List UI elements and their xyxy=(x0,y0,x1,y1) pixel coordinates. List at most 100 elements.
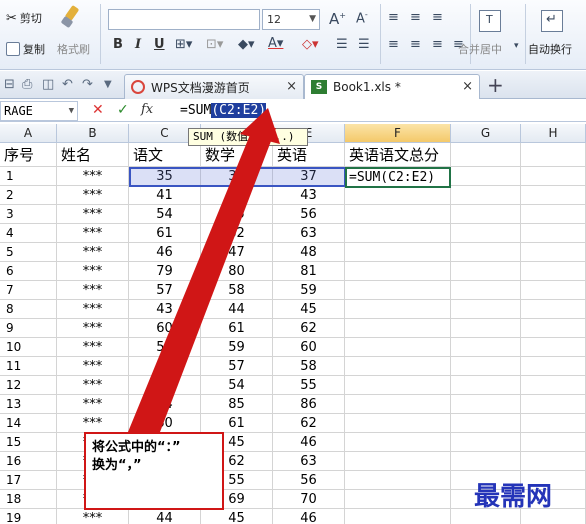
fill-color-icon[interactable]: ◆▾ xyxy=(238,37,255,52)
row-number-cell[interactable]: 7 xyxy=(0,281,57,300)
confirm-icon[interactable]: ✓ xyxy=(117,102,129,118)
align-center-icon[interactable]: ≡ xyxy=(410,37,421,52)
data-cell[interactable] xyxy=(521,319,586,338)
format-painter-button[interactable]: 格式刷 xyxy=(57,41,90,57)
row-number-cell[interactable]: 16 xyxy=(0,452,57,471)
row-number-cell[interactable]: 5 xyxy=(0,243,57,262)
data-cell[interactable]: 86 xyxy=(273,395,345,414)
data-cell[interactable] xyxy=(521,186,586,205)
data-cell[interactable]: 56 xyxy=(129,357,201,376)
insert-function-button[interactable]: fx xyxy=(141,102,153,117)
data-cell[interactable] xyxy=(451,433,521,452)
data-cell[interactable] xyxy=(451,281,521,300)
data-cell[interactable]: 63 xyxy=(273,452,345,471)
data-cell[interactable] xyxy=(345,414,451,433)
data-cell[interactable]: 57 xyxy=(129,281,201,300)
header-cell[interactable] xyxy=(521,143,586,167)
data-cell[interactable]: 48 xyxy=(273,243,345,262)
data-cell[interactable]: 84 xyxy=(129,395,201,414)
data-cell[interactable] xyxy=(451,262,521,281)
align-middle-icon[interactable]: ≡ xyxy=(410,10,421,25)
chevron-down-icon[interactable]: ▾ xyxy=(514,41,519,51)
data-cell[interactable]: *** xyxy=(57,281,129,300)
data-cell[interactable]: *** xyxy=(57,395,129,414)
data-cell[interactable] xyxy=(451,338,521,357)
data-cell[interactable]: *** xyxy=(57,414,129,433)
italic-button[interactable]: I xyxy=(135,37,141,52)
data-cell[interactable]: 79 xyxy=(129,262,201,281)
row-number-cell[interactable]: 12 xyxy=(0,376,57,395)
cancel-icon[interactable]: ✕ xyxy=(92,102,104,118)
data-cell[interactable] xyxy=(451,243,521,262)
row-number-cell[interactable]: 9 xyxy=(0,319,57,338)
data-cell[interactable]: 61 xyxy=(201,414,273,433)
data-cell[interactable]: 63 xyxy=(273,224,345,243)
data-cell[interactable]: 60 xyxy=(273,338,345,357)
data-cell[interactable] xyxy=(345,357,451,376)
grid-icon[interactable]: ⊡▾ xyxy=(206,37,223,52)
data-cell[interactable] xyxy=(451,414,521,433)
data-cell[interactable] xyxy=(451,300,521,319)
data-cell[interactable] xyxy=(345,300,451,319)
redo-icon[interactable]: ↷ xyxy=(82,77,93,92)
data-cell[interactable]: 81 xyxy=(273,262,345,281)
data-cell[interactable] xyxy=(345,338,451,357)
data-cell[interactable] xyxy=(451,167,521,186)
data-cell[interactable] xyxy=(345,262,451,281)
data-cell[interactable]: 59 xyxy=(201,338,273,357)
cut-button[interactable]: ✂ 剪切 xyxy=(6,10,42,26)
data-cell[interactable] xyxy=(521,205,586,224)
data-cell[interactable] xyxy=(521,300,586,319)
data-cell[interactable] xyxy=(345,433,451,452)
increase-font-icon[interactable]: A+ xyxy=(329,10,346,28)
print-icon[interactable]: ⎙ xyxy=(22,77,32,92)
data-cell[interactable]: 43 xyxy=(129,300,201,319)
undo-icon[interactable]: ↶ xyxy=(62,77,73,92)
column-header-a[interactable]: A xyxy=(0,124,57,143)
bold-button[interactable]: B xyxy=(113,37,123,52)
data-cell[interactable] xyxy=(451,319,521,338)
data-cell[interactable]: 44 xyxy=(129,509,201,524)
data-cell[interactable] xyxy=(345,186,451,205)
decrease-font-icon[interactable]: A- xyxy=(356,10,368,26)
preview-icon[interactable]: ◫ xyxy=(42,77,54,92)
data-cell[interactable]: *** xyxy=(57,376,129,395)
data-cell[interactable] xyxy=(521,376,586,395)
data-cell[interactable] xyxy=(345,471,451,490)
data-cell[interactable]: 57 xyxy=(201,357,273,376)
font-size-select[interactable]: 12 ▼ xyxy=(262,9,320,30)
data-cell[interactable] xyxy=(451,395,521,414)
data-cell[interactable]: 80 xyxy=(201,262,273,281)
chevron-down-icon[interactable]: ▼ xyxy=(69,102,74,120)
data-cell[interactable] xyxy=(345,205,451,224)
data-cell[interactable]: 60 xyxy=(129,319,201,338)
format-painter-icon[interactable] xyxy=(58,4,84,30)
data-cell[interactable]: 46 xyxy=(273,433,345,452)
data-cell[interactable]: 46 xyxy=(129,243,201,262)
header-cell[interactable]: 姓名 xyxy=(57,143,129,167)
data-cell[interactable]: 55 xyxy=(273,376,345,395)
data-cell[interactable] xyxy=(345,281,451,300)
data-cell[interactable]: 61 xyxy=(201,319,273,338)
data-cell[interactable] xyxy=(521,433,586,452)
data-cell[interactable] xyxy=(451,205,521,224)
underline-button[interactable]: U xyxy=(154,37,165,52)
align-top-icon[interactable]: ≡ xyxy=(388,10,399,25)
tab-wps-home[interactable]: WPS文档漫游首页 × xyxy=(124,74,304,99)
row-number-cell[interactable]: 17 xyxy=(0,471,57,490)
data-cell[interactable]: 42 xyxy=(201,186,273,205)
data-cell[interactable] xyxy=(521,414,586,433)
name-box[interactable]: RAGE ▼ xyxy=(0,101,78,121)
data-cell[interactable] xyxy=(345,376,451,395)
data-cell[interactable] xyxy=(451,452,521,471)
data-cell[interactable]: 46 xyxy=(273,509,345,524)
data-cell[interactable] xyxy=(451,357,521,376)
data-cell[interactable]: 41 xyxy=(129,186,201,205)
row-number-cell[interactable]: 4 xyxy=(0,224,57,243)
row-number-cell[interactable]: 18 xyxy=(0,490,57,509)
data-cell[interactable] xyxy=(345,490,451,509)
column-header-h[interactable]: H xyxy=(521,124,586,143)
border-icon[interactable]: ⊞▾ xyxy=(175,37,192,52)
font-color-icon[interactable]: A▾ xyxy=(268,36,283,51)
data-cell[interactable]: *** xyxy=(57,357,129,376)
